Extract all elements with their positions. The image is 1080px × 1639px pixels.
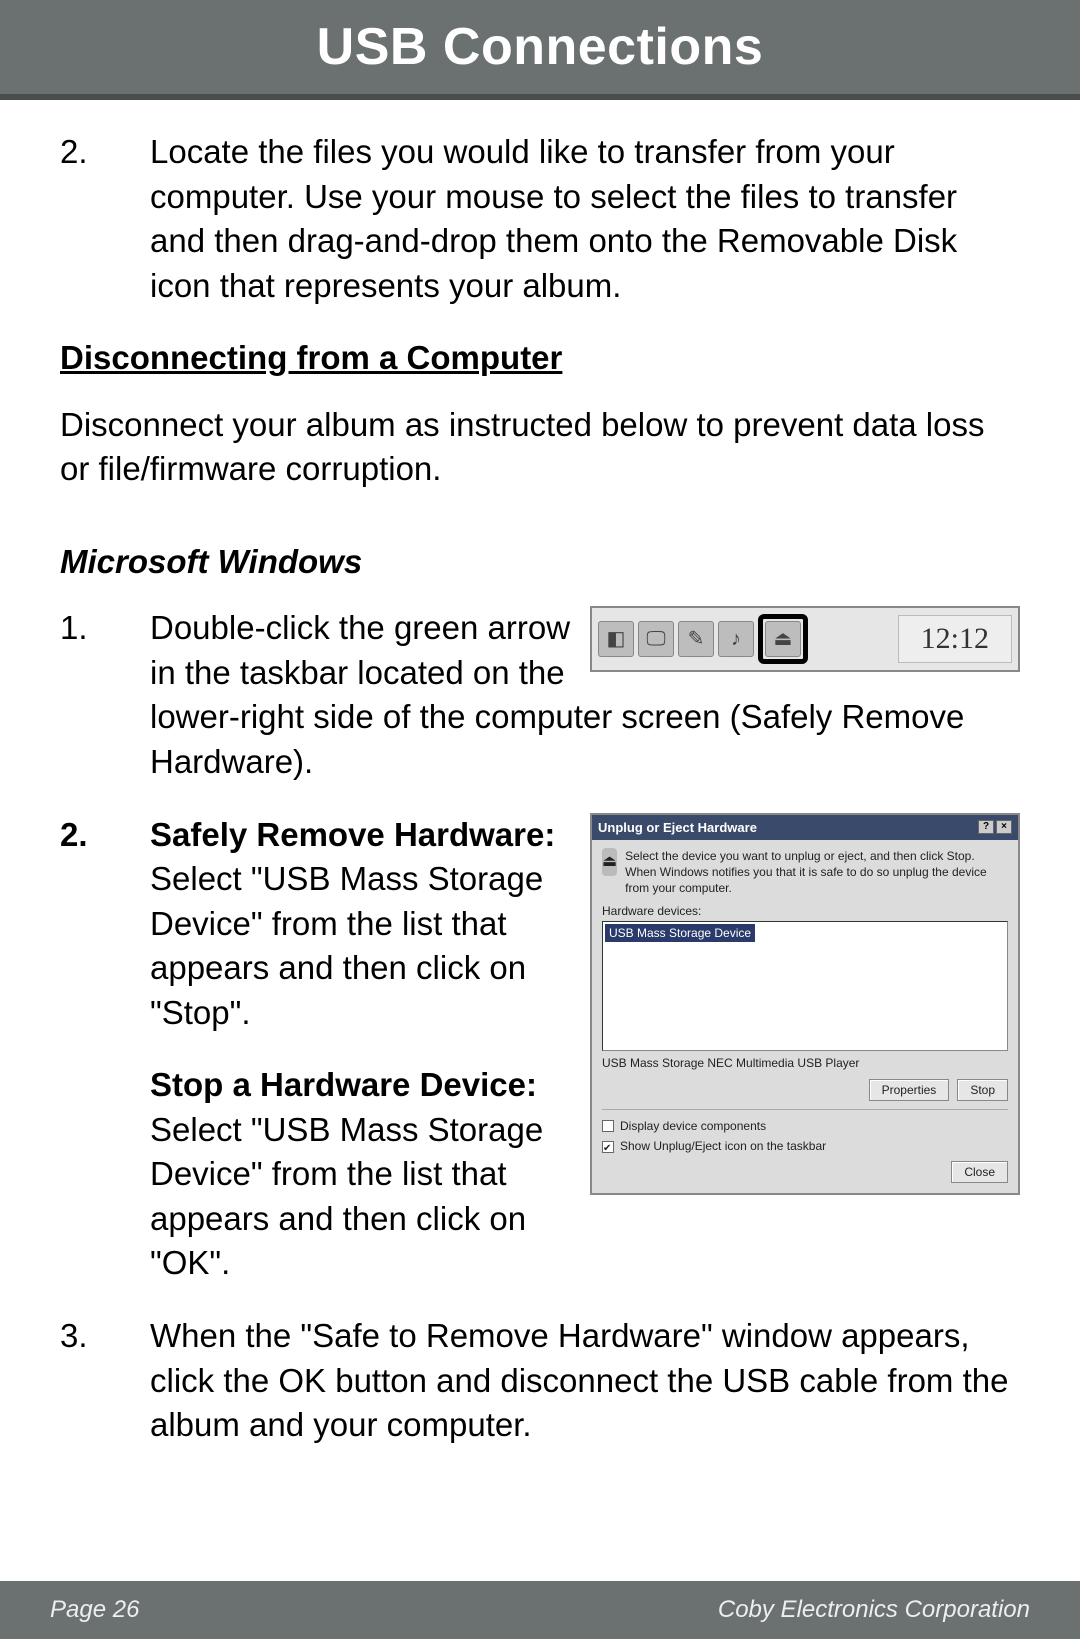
win-step-1: 1. ◧ 🖵 ✎ ♪ ⏏ 12:12 Double-click the gree… (60, 606, 1020, 784)
dialog-button-row: Properties Stop (602, 1079, 1008, 1101)
safely-remove-highlight: ⏏ (758, 614, 808, 664)
display-components-checkbox[interactable] (602, 1120, 614, 1132)
step-number: 3. (60, 1314, 150, 1448)
taskbar-clock: 12:12 (898, 615, 1012, 663)
list-item-usb-mass-storage[interactable]: USB Mass Storage Device (605, 924, 755, 942)
tray-icon-volume: ♪ (718, 621, 754, 657)
dialog-instruction: Select the device you want to unplug or … (625, 848, 1008, 897)
heading-disconnecting: Disconnecting from a Computer (60, 336, 1020, 381)
hardware-devices-label: Hardware devices: (602, 903, 1008, 919)
company-name: Coby Electronics Corporation (718, 1596, 1030, 1624)
step-2-transfer: 2. Locate the files you would like to tr… (60, 130, 1020, 308)
close-dialog-button[interactable]: Close (951, 1161, 1008, 1183)
safely-remove-icon: ⏏ (765, 621, 801, 657)
step-number: 2. (60, 813, 150, 1286)
safely-remove-text: Select "USB Mass Storage Device" from th… (150, 860, 543, 1031)
help-button[interactable]: ? (978, 820, 994, 834)
dialog-divider (602, 1109, 1008, 1110)
manual-page: USB Connections 2. Locate the files you … (0, 0, 1080, 1639)
safely-remove-label: Safely Remove Hardware: (150, 816, 555, 853)
page-content: 2. Locate the files you would like to tr… (0, 100, 1080, 1581)
show-icon-checkbox[interactable] (602, 1141, 614, 1153)
page-footer: Page 26 Coby Electronics Corporation (0, 1581, 1080, 1639)
dialog-body: ⏏ Select the device you want to unplug o… (592, 840, 1018, 1193)
step-number: 1. (60, 606, 150, 784)
stop-hardware-text: Select "USB Mass Storage Device" from th… (150, 1111, 543, 1282)
step-text: When the "Safe to Remove Hardware" windo… (150, 1314, 1020, 1448)
step-number: 2. (60, 130, 150, 308)
hardware-devices-list[interactable]: USB Mass Storage Device (602, 921, 1008, 1051)
dialog-title: Unplug or Eject Hardware (598, 819, 757, 837)
win-step-3: 3. When the "Safe to Remove Hardware" wi… (60, 1314, 1020, 1448)
device-description: USB Mass Storage NEC Multimedia USB Play… (602, 1055, 1008, 1071)
taskbar-screenshot: ◧ 🖵 ✎ ♪ ⏏ 12:12 (590, 606, 1020, 672)
page-number: Page 26 (50, 1596, 139, 1624)
checkbox-row-2: Show Unplug/Eject icon on the taskbar (602, 1138, 1008, 1154)
eject-icon: ⏏ (602, 848, 617, 876)
properties-button[interactable]: Properties (869, 1079, 950, 1101)
stop-button[interactable]: Stop (957, 1079, 1008, 1101)
tray-icon-display: 🖵 (638, 621, 674, 657)
dialog-titlebar: Unplug or Eject Hardware ? × (592, 815, 1018, 841)
step-text: Locate the files you would like to trans… (150, 130, 1020, 308)
safely-remove-dialog: Unplug or Eject Hardware ? × ⏏ Select th… (590, 813, 1020, 1195)
checkbox-row-1: Display device components (602, 1118, 1008, 1134)
step-body: ◧ 🖵 ✎ ♪ ⏏ 12:12 Double-click the green a… (150, 606, 1020, 784)
show-icon-label: Show Unplug/Eject icon on the taskbar (620, 1138, 826, 1154)
disconnect-intro: Disconnect your album as instructed belo… (60, 403, 1020, 492)
win-step-2: 2. Unplug or Eject Hardware ? × ⏏ Select… (60, 813, 1020, 1286)
close-button[interactable]: × (996, 820, 1012, 834)
step-body: Unplug or Eject Hardware ? × ⏏ Select th… (150, 813, 1020, 1286)
display-components-label: Display device components (620, 1118, 766, 1134)
dialog-instruction-row: ⏏ Select the device you want to unplug o… (602, 848, 1008, 897)
page-header: USB Connections (0, 0, 1080, 100)
close-button-row: Close (602, 1161, 1008, 1183)
heading-windows: Microsoft Windows (60, 540, 1020, 585)
page-title: USB Connections (317, 17, 764, 77)
window-buttons: ? × (978, 820, 1012, 834)
tray-icon-generic: ◧ (598, 621, 634, 657)
stop-hardware-label: Stop a Hardware Device: (150, 1066, 537, 1103)
tray-icon-pen: ✎ (678, 621, 714, 657)
